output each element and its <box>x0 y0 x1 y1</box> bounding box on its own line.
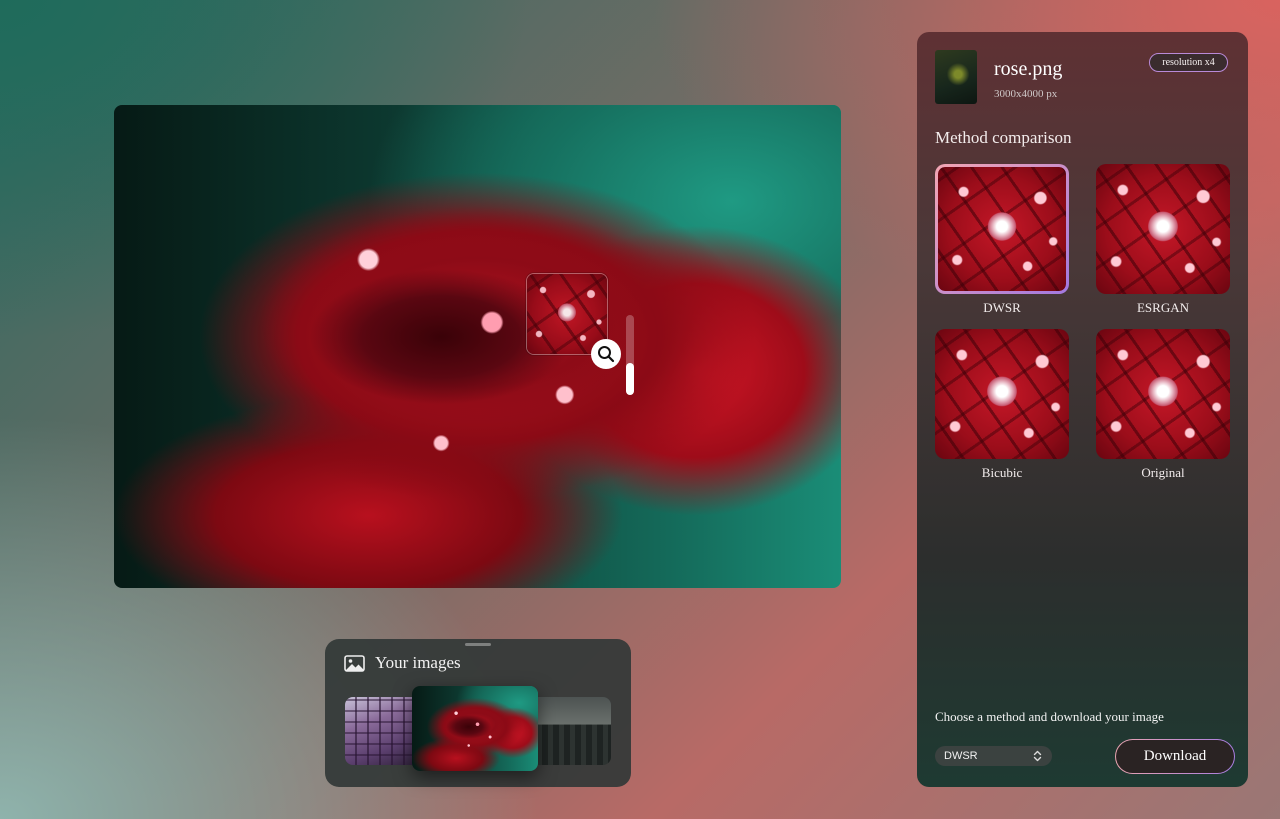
file-dimensions: 3000x4000 px <box>994 88 1058 100</box>
file-name: rose.png <box>994 58 1063 80</box>
download-button[interactable]: Download <box>1115 739 1235 774</box>
method-comparison-title: Method comparison <box>935 128 1072 147</box>
preview-image <box>114 105 841 588</box>
chevron-up-down-icon <box>1033 750 1042 762</box>
method-option-dwsr[interactable]: DWSR <box>935 164 1069 316</box>
image-preview[interactable] <box>114 105 841 588</box>
method-label: Original <box>1141 465 1185 480</box>
zoom-slider[interactable] <box>626 315 634 395</box>
your-images-header: Your images <box>344 653 461 673</box>
method-label: ESRGAN <box>1136 300 1189 315</box>
drag-handle[interactable] <box>465 643 491 646</box>
method-label: Bicubic <box>981 465 1023 480</box>
file-thumbnail <box>935 50 977 104</box>
method-option-bicubic[interactable]: Bicubic <box>935 329 1069 481</box>
zoom-slider-thumb[interactable] <box>626 363 634 395</box>
method-option-original[interactable]: Original <box>1096 329 1230 481</box>
image-icon <box>344 654 365 672</box>
download-prompt: Choose a method and download your image <box>935 709 1164 724</box>
method-label: DWSR <box>983 300 1021 315</box>
your-images-title: Your images <box>375 653 461 672</box>
method-select-value: DWSR <box>944 750 978 762</box>
method-preview <box>1096 164 1230 294</box>
method-preview <box>1096 329 1230 459</box>
gallery-thumb-city[interactable] <box>531 697 611 765</box>
gallery-thumb-rose[interactable] <box>412 686 538 771</box>
method-option-esrgan[interactable]: ESRGAN <box>1096 164 1230 316</box>
resolution-badge: resolution x4 <box>1149 53 1228 72</box>
method-preview <box>935 329 1069 459</box>
gallery-thumb-rose-image <box>412 686 538 771</box>
method-select[interactable]: DWSR <box>935 746 1052 766</box>
method-preview <box>935 164 1069 294</box>
your-images-panel: Your images <box>325 639 631 787</box>
search-icon <box>598 346 615 363</box>
zoom-button[interactable] <box>591 339 621 369</box>
side-panel: rose.png 3000x4000 px resolution x4 Meth… <box>917 32 1248 787</box>
